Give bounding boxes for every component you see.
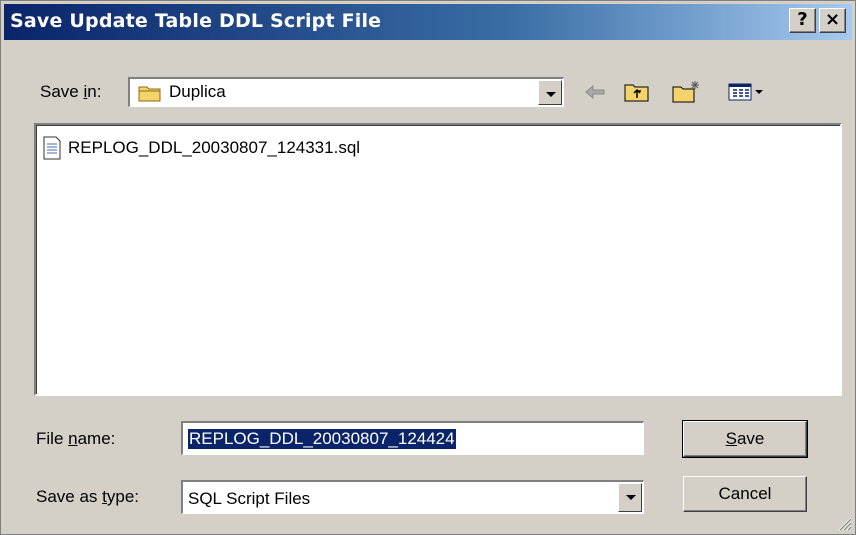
- view-menu-icon[interactable]: [727, 79, 765, 105]
- save-as-type-dropdown-button[interactable]: [618, 483, 642, 512]
- save-file-dialog: Save Update Table DDL Script File ? × Sa…: [0, 0, 856, 535]
- cancel-button[interactable]: Cancel: [683, 476, 807, 512]
- window-title: Save Update Table DDL Script File: [10, 10, 382, 32]
- text-file-icon: [43, 136, 61, 160]
- file-name-label: REPLOG_DDL_20030807_124331.sql: [68, 138, 361, 157]
- file-name-label: File name:: [36, 429, 116, 448]
- folder-icon: [138, 86, 161, 102]
- save-as-type-combo[interactable]: SQL Script Files: [181, 480, 644, 514]
- title-bar[interactable]: Save Update Table DDL Script File ? ×: [4, 4, 852, 40]
- save-button[interactable]: Save: [682, 420, 808, 458]
- resize-grip-icon[interactable]: [836, 515, 852, 531]
- save-in-combo[interactable]: Duplica: [128, 77, 564, 107]
- save-as-type-label: Save as type:: [36, 487, 140, 506]
- help-button[interactable]: ?: [789, 8, 816, 33]
- save-as-type-value: SQL Script Files: [188, 489, 311, 508]
- list-item[interactable]: REPLOG_DDL_20030807_124331.sql: [42, 135, 360, 161]
- file-name-input[interactable]: REPLOG_DDL_20030807_124424: [181, 421, 644, 455]
- file-list[interactable]: REPLOG_DDL_20030807_124331.sql: [34, 123, 842, 396]
- save-in-label: Save in:: [40, 82, 102, 101]
- save-in-dropdown-button[interactable]: [538, 80, 562, 105]
- new-folder-icon[interactable]: [671, 79, 703, 105]
- save-in-value: Duplica: [169, 82, 226, 101]
- back-arrow-icon[interactable]: [583, 79, 607, 105]
- up-folder-icon[interactable]: [623, 79, 651, 105]
- file-name-value: REPLOG_DDL_20030807_124424: [188, 429, 456, 449]
- close-button[interactable]: ×: [819, 8, 846, 33]
